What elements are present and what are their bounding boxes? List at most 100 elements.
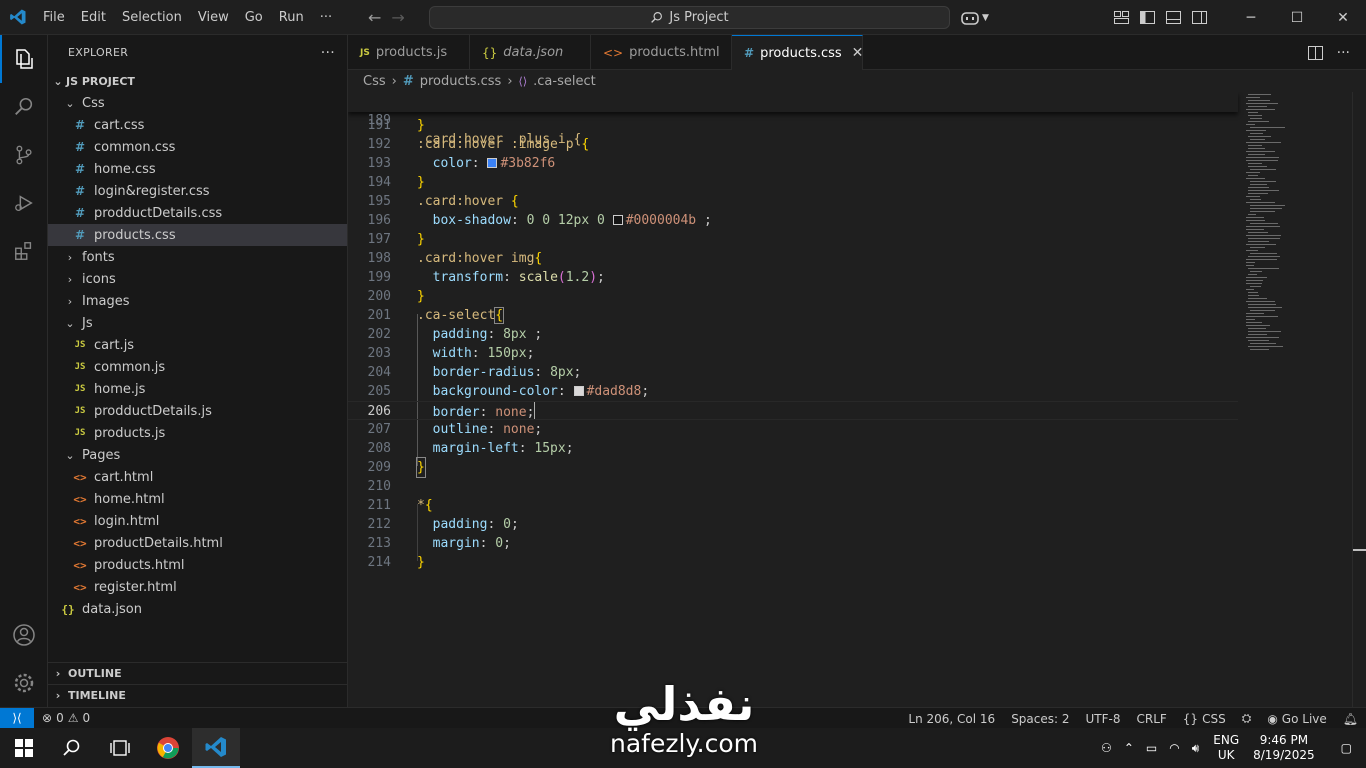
close-tab-icon[interactable]: ✕ xyxy=(852,45,864,61)
extensions-icon[interactable] xyxy=(0,227,48,275)
chevron-up-icon[interactable]: ⌃ xyxy=(1118,741,1140,755)
vertical-scrollbar[interactable] xyxy=(1352,92,1366,707)
sticky-scroll-header[interactable]: 189 .card:hover .plus i { xyxy=(348,92,1238,147)
file-register-html[interactable]: <> register.html xyxy=(48,576,347,598)
notifications-bell-icon[interactable]: 🔔︎ xyxy=(1335,712,1366,726)
language-mode[interactable]: {} CSS xyxy=(1175,712,1234,726)
file-home-css[interactable]: # home.css xyxy=(48,158,347,180)
menu-file[interactable]: File xyxy=(35,0,73,35)
problems-indicator[interactable]: ⊗ 0 ⚠ 0 xyxy=(34,711,98,725)
run-debug-icon[interactable] xyxy=(0,179,48,227)
encoding[interactable]: UTF-8 xyxy=(1078,712,1129,726)
file-home-html[interactable]: <> home.html xyxy=(48,488,347,510)
folder-icons[interactable]: › icons xyxy=(48,268,347,290)
menu-go[interactable]: Go xyxy=(237,0,271,35)
file-label: data.json xyxy=(82,601,142,617)
menu-selection[interactable]: Selection xyxy=(114,0,190,35)
file-products-html[interactable]: <> products.html xyxy=(48,554,347,576)
code-line: 193 color: #3b82f6 xyxy=(348,154,1238,173)
folder-js[interactable]: ⌄ Js xyxy=(48,312,347,334)
indentation[interactable]: Spaces: 2 xyxy=(1003,712,1077,726)
explorer-icon[interactable] xyxy=(0,35,48,83)
input-language[interactable]: ENG UK xyxy=(1205,733,1247,763)
task-view-icon[interactable] xyxy=(96,728,144,768)
cursor-position[interactable]: Ln 206, Col 16 xyxy=(900,712,1003,726)
code-editor[interactable]: 189 .card:hover .plus i { 191} 192 .card:… xyxy=(348,92,1366,707)
folder-css[interactable]: ⌄ Css xyxy=(48,92,347,114)
file-cart-html[interactable]: <> cart.html xyxy=(48,466,347,488)
split-editor-icon[interactable] xyxy=(1307,45,1323,60)
breadcrumb-file[interactable]: products.css xyxy=(420,74,502,89)
chevron-down-icon: ⌄ xyxy=(53,74,63,88)
accounts-icon[interactable] xyxy=(0,611,48,659)
search-view-icon[interactable] xyxy=(0,83,48,131)
taskbar-search-icon[interactable] xyxy=(48,728,96,768)
forward-arrow-icon[interactable]: → xyxy=(391,8,404,27)
code-line: 208 margin-left: 15px; xyxy=(348,439,1238,458)
file-common-css[interactable]: # common.css xyxy=(48,136,347,158)
tab-products-js[interactable]: JS products.js xyxy=(348,35,470,70)
command-center-search[interactable]: Js Project xyxy=(429,6,950,29)
go-live-button[interactable]: ◉ Go Live xyxy=(1259,712,1334,726)
file-login-register-css[interactable]: # login&register.css xyxy=(48,180,347,202)
maximize-icon[interactable]: ☐ xyxy=(1274,0,1320,35)
file-login-html[interactable]: <> login.html xyxy=(48,510,347,532)
color-swatch[interactable] xyxy=(487,158,498,168)
file-prodductdetails-js[interactable]: JS prodductDetails.js xyxy=(48,400,347,422)
file-cart-js[interactable]: JS cart.js xyxy=(48,334,347,356)
vscode-taskbar-icon[interactable] xyxy=(192,728,240,768)
people-icon[interactable]: ⚇ xyxy=(1095,741,1118,755)
explorer-more-icon[interactable]: ··· xyxy=(321,45,335,61)
close-window-icon[interactable]: ✕ xyxy=(1320,0,1366,35)
minimize-icon[interactable]: ─ xyxy=(1228,0,1274,35)
folder-images[interactable]: › Images xyxy=(48,290,347,312)
customize-layout-icon[interactable] xyxy=(1108,0,1134,35)
minimap-line xyxy=(1248,298,1267,299)
toggle-secondary-sidebar-icon[interactable] xyxy=(1186,0,1212,35)
project-folder[interactable]: ⌄ JS PROJECT xyxy=(48,70,347,92)
remote-indicator-icon[interactable]: ⟩⟨ xyxy=(0,707,34,729)
minimap-line xyxy=(1246,250,1258,251)
tab-products-html[interactable]: <> products.html xyxy=(591,35,732,70)
toggle-panel-icon[interactable] xyxy=(1160,0,1186,35)
breadcrumb-symbol[interactable]: .ca-select xyxy=(533,74,596,89)
file-prodductdetails-css[interactable]: # prodductDetails.css xyxy=(48,202,347,224)
copilot-button[interactable]: ▼ xyxy=(960,0,989,35)
minimap[interactable] xyxy=(1238,92,1352,392)
copilot-status-icon[interactable]: ⛭ xyxy=(1234,711,1260,726)
clock[interactable]: 9:46 PM 8/19/2025 xyxy=(1247,733,1327,763)
file-products-css[interactable]: # products.css xyxy=(48,224,347,246)
windows-start-icon[interactable] xyxy=(0,728,48,768)
file-products-js[interactable]: JS products.js xyxy=(48,422,347,444)
file-common-js[interactable]: JS common.js xyxy=(48,356,347,378)
notification-center-icon[interactable]: ▢ xyxy=(1327,741,1366,755)
toggle-primary-sidebar-icon[interactable] xyxy=(1134,0,1160,35)
volume-icon[interactable]: 🔊︎ xyxy=(1186,741,1206,756)
chrome-icon[interactable] xyxy=(144,728,192,768)
menu-more[interactable]: ··· xyxy=(312,0,340,35)
back-arrow-icon[interactable]: ← xyxy=(368,8,381,27)
wifi-icon[interactable]: ◠ xyxy=(1163,741,1185,755)
js-file-icon: JS xyxy=(74,384,86,394)
file-home-js[interactable]: JS home.js xyxy=(48,378,347,400)
outline-section[interactable]: › OUTLINE xyxy=(48,662,348,684)
file-productdetails-html[interactable]: <> productDetails.html xyxy=(48,532,347,554)
tab-data-json[interactable]: {} data.json xyxy=(470,35,591,70)
color-swatch[interactable] xyxy=(573,386,584,396)
menu-run[interactable]: Run xyxy=(271,0,312,35)
more-actions-icon[interactable]: ··· xyxy=(1337,45,1350,61)
file-cart-css[interactable]: # cart.css xyxy=(48,114,347,136)
breadcrumb-folder[interactable]: Css xyxy=(363,74,386,89)
tab-products-css[interactable]: # products.css ✕ xyxy=(732,35,863,70)
folder-pages[interactable]: ⌄ Pages xyxy=(48,444,347,466)
battery-icon[interactable]: ▭ xyxy=(1140,741,1163,755)
menu-view[interactable]: View xyxy=(190,0,237,35)
timeline-section[interactable]: › TIMELINE xyxy=(48,684,348,706)
file-data-json[interactable]: {} data.json xyxy=(48,598,347,620)
folder-fonts[interactable]: › fonts xyxy=(48,246,347,268)
color-swatch[interactable] xyxy=(612,215,623,225)
menu-edit[interactable]: Edit xyxy=(73,0,114,35)
end-of-line[interactable]: CRLF xyxy=(1128,712,1174,726)
source-control-icon[interactable] xyxy=(0,131,48,179)
manage-gear-icon[interactable] xyxy=(0,659,48,707)
